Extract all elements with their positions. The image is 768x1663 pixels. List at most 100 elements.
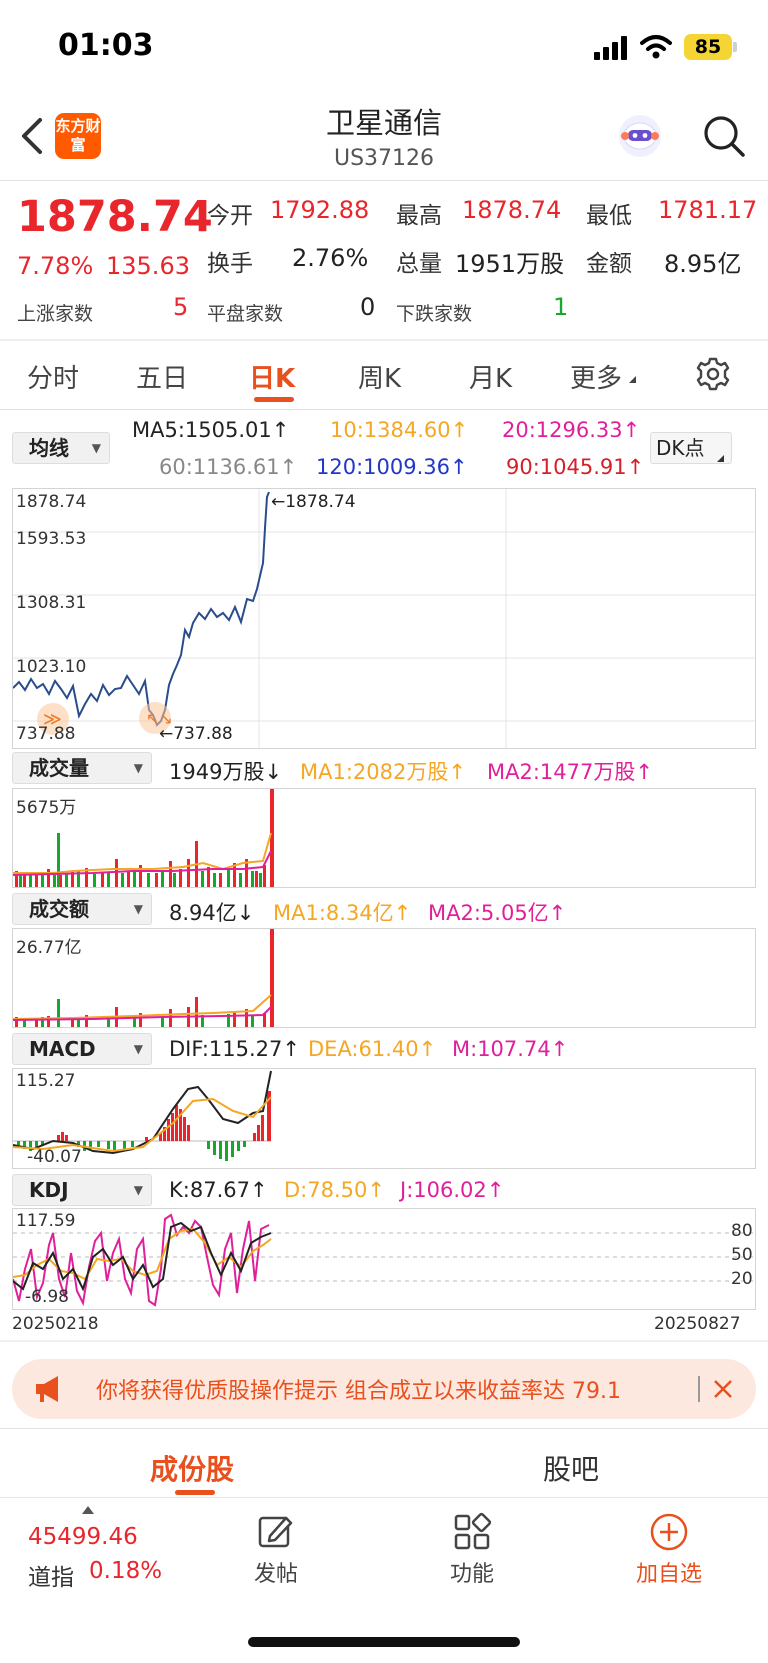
low-value: 1781.17 xyxy=(658,196,758,224)
expand-up-icon[interactable] xyxy=(82,1506,94,1514)
banner-divider xyxy=(0,1428,768,1429)
change-amount: 135.63 xyxy=(106,252,190,280)
kline-chart-panel[interactable]: ≫ ↖↘ 1878.74 1593.53 1308.31 1023.10 737… xyxy=(12,488,756,749)
tab-more[interactable]: 更多 xyxy=(570,358,622,395)
edit-post-icon[interactable] xyxy=(256,1512,296,1552)
volume-indicator-selector[interactable]: 成交量 ▼ xyxy=(12,752,152,784)
kline-axis-tick-2: 1593.53 xyxy=(16,529,87,549)
macd-m: M:107.74↑ xyxy=(452,1037,569,1061)
functions-button-label[interactable]: 功能 xyxy=(432,1556,512,1588)
settings-gear-icon[interactable] xyxy=(695,356,731,392)
low-label: 最低 xyxy=(586,203,632,229)
tab-monthly-k[interactable]: 月K xyxy=(469,358,512,395)
megaphone-icon xyxy=(36,1376,58,1402)
chart-start-date: 20250218 xyxy=(12,1314,99,1334)
post-button-label[interactable]: 发帖 xyxy=(236,1556,316,1588)
close-icon[interactable] xyxy=(712,1378,734,1400)
down-count: 1 xyxy=(553,293,569,321)
promo-banner-text[interactable]: 你将获得优质股操作提示 组合成立以来收益率达 79.1 xyxy=(96,1373,700,1405)
add-watchlist-icon[interactable] xyxy=(649,1512,689,1552)
amount-selector-label: 成交额 xyxy=(29,897,89,921)
volume-value: 1949万股↓ xyxy=(169,760,283,784)
kdj-indicator-selector[interactable]: KDJ ▼ xyxy=(12,1174,152,1206)
functions-grid-icon[interactable] xyxy=(452,1512,492,1552)
index-change[interactable]: 0.18% xyxy=(89,1558,162,1584)
add-watchlist-label[interactable]: 加自选 xyxy=(624,1556,714,1588)
tab-forum[interactable]: 股吧 xyxy=(543,1448,599,1488)
index-value[interactable]: 45499.46 xyxy=(28,1524,138,1550)
kline-chart: ≫ ↖↘ xyxy=(13,489,755,748)
volume-axis-max: 5675万 xyxy=(16,798,77,818)
chevron-down-icon: ▼ xyxy=(133,1183,143,1197)
volume-chart-panel[interactable]: 5675万 xyxy=(12,788,756,888)
high-value: 1878.74 xyxy=(462,196,562,224)
up-count: 5 xyxy=(173,293,189,321)
amount-chart xyxy=(13,929,274,1027)
tab-five-day[interactable]: 五日 xyxy=(136,358,188,395)
header-divider xyxy=(0,180,768,181)
amount-ma1: MA1:8.34亿↑ xyxy=(273,901,412,925)
up-count-label: 上涨家数 xyxy=(17,303,94,325)
chevron-down-icon: ▼ xyxy=(133,902,143,916)
kdj-axis-max: 117.59 xyxy=(16,1211,76,1231)
kdj-axis-min: -6.98 xyxy=(25,1287,69,1307)
macd-selector-label: MACD xyxy=(29,1037,96,1061)
kdj-chart-panel[interactable]: 117.59 -6.98 80 50 20 xyxy=(12,1208,756,1310)
wifi-icon xyxy=(640,35,672,59)
flat-count-label: 平盘家数 xyxy=(207,303,284,325)
ma-selector[interactable]: 均线 ▼ xyxy=(12,432,110,464)
amount-chart-panel[interactable]: 26.77亿 xyxy=(12,928,756,1028)
home-indicator[interactable] xyxy=(248,1637,520,1647)
banner-separator xyxy=(698,1376,700,1402)
robot-assistant-icon[interactable] xyxy=(616,112,664,160)
ma-selector-label: 均线 xyxy=(29,436,69,460)
kdj-j: J:106.02↑ xyxy=(400,1178,505,1202)
tab-intraday[interactable]: 分时 xyxy=(27,358,79,395)
volume-value: 1951万股 xyxy=(455,250,565,278)
macd-axis-min: -40.07 xyxy=(27,1147,82,1167)
kline-min-marker: ←737.88 xyxy=(159,724,233,744)
macd-chart xyxy=(13,1070,272,1161)
amount-value: 8.95亿 xyxy=(664,250,742,278)
down-count-label: 下跌家数 xyxy=(396,303,473,325)
kdj-selector-label: KDJ xyxy=(29,1178,69,1202)
chevron-down-icon: ▼ xyxy=(133,1042,143,1056)
search-icon[interactable] xyxy=(702,114,746,158)
macd-chart-panel[interactable]: 115.27 -40.07 xyxy=(12,1068,756,1169)
ma5-legend: MA5:1505.01↑ xyxy=(132,418,290,442)
battery-tip xyxy=(733,42,737,52)
active-tab-indicator xyxy=(254,397,294,402)
tab-daily-k[interactable]: 日K xyxy=(249,358,295,395)
more-dropdown-icon xyxy=(629,376,636,383)
kdj-k: K:87.67↑ xyxy=(169,1178,268,1202)
macd-dif: DIF:115.27↑ xyxy=(169,1037,300,1061)
quote-divider xyxy=(0,339,768,341)
chart-end-date: 20250827 xyxy=(654,1314,741,1334)
volume-ma1: MA1:2082万股↑ xyxy=(300,760,466,784)
kdj-d: D:78.50↑ xyxy=(284,1178,385,1202)
kline-axis-tick-4: 1023.10 xyxy=(16,657,87,677)
high-label: 最高 xyxy=(396,203,442,229)
tab-weekly-k[interactable]: 周K xyxy=(358,358,401,395)
kline-axis-tick-1: 1878.74 xyxy=(16,492,87,512)
flat-count: 0 xyxy=(360,293,376,321)
volume-selector-label: 成交量 xyxy=(29,756,89,780)
turnover-label: 换手 xyxy=(207,251,253,277)
chart-bottom-divider xyxy=(0,1340,768,1342)
kdj-level-80: 80 xyxy=(731,1221,753,1241)
ma120-legend: 120:1009.36↑ xyxy=(316,455,468,479)
tab-constituents[interactable]: 成份股 xyxy=(150,1448,234,1488)
tabs-divider xyxy=(0,409,768,410)
macd-indicator-selector[interactable]: MACD ▼ xyxy=(12,1033,152,1065)
battery-indicator: 85 xyxy=(684,34,732,60)
chevron-down-icon: ▼ xyxy=(91,441,101,455)
amount-label: 金额 xyxy=(586,251,632,277)
ma90-legend: 90:1045.91↑ xyxy=(506,455,645,479)
index-name[interactable]: 道指 xyxy=(28,1558,74,1592)
kdj-level-20: 20 xyxy=(731,1269,753,1289)
dk-point-label: DK点 xyxy=(656,436,705,460)
kline-axis-tick-3: 1308.31 xyxy=(16,593,87,613)
amount-indicator-selector[interactable]: 成交额 ▼ xyxy=(12,893,152,925)
kline-axis-tick-5: 737.88 xyxy=(16,724,76,744)
amount-value: 8.94亿↓ xyxy=(169,901,255,925)
